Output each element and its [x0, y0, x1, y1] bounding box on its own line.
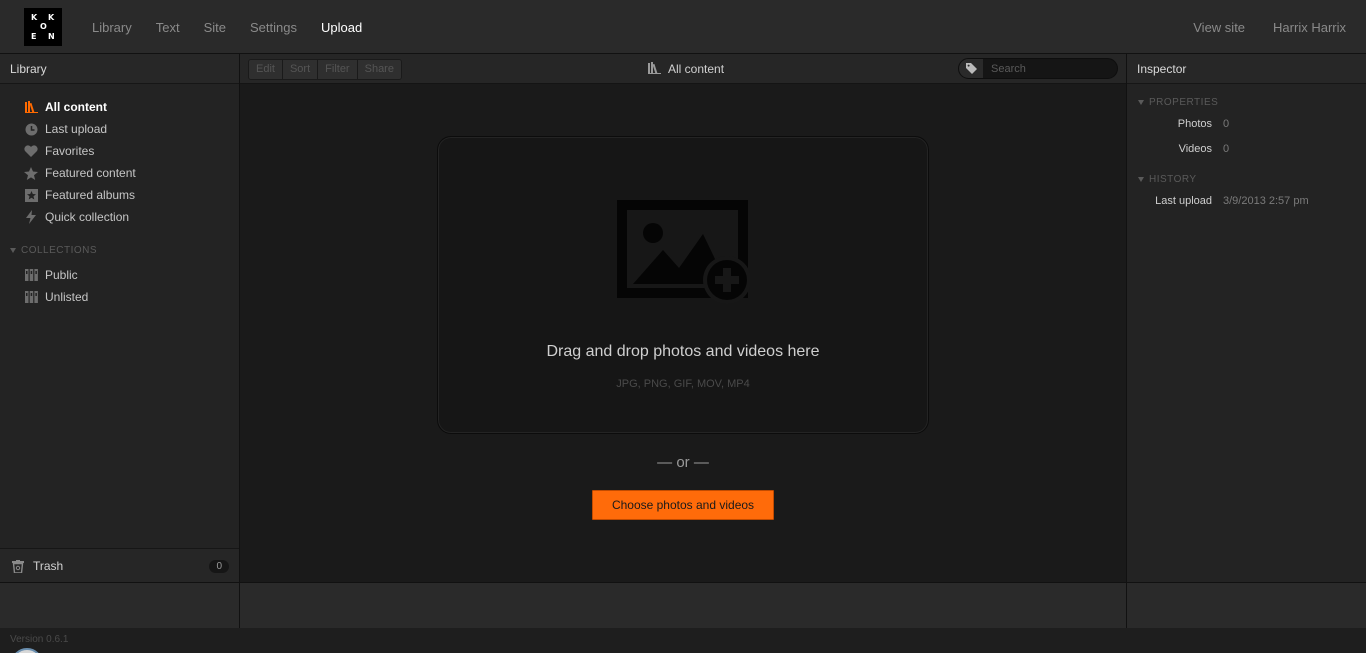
sidebar-footer	[0, 582, 239, 628]
edit-button[interactable]: Edit	[249, 60, 283, 79]
koken-logo[interactable]: K K O E N	[24, 8, 62, 46]
status-strip: Version 0.6.1	[0, 628, 1366, 653]
history-value: 3/9/2013 2:57 pm	[1223, 194, 1309, 207]
sidebar-item-label: Quick collection	[45, 210, 130, 224]
trash-count-badge: 0	[209, 560, 229, 573]
sidebar-item-last-upload[interactable]: Last upload	[24, 118, 239, 140]
nav-settings[interactable]: Settings	[250, 20, 297, 35]
nav-text[interactable]: Text	[156, 20, 180, 35]
library-sidebar: Library All content Last upload Favorite…	[0, 54, 240, 628]
library-icon	[648, 61, 661, 77]
history-key: Last upload	[1155, 194, 1212, 207]
star-icon	[24, 166, 38, 180]
property-value: 0	[1223, 142, 1230, 155]
toolbar-button-group: Edit Sort Filter Share	[248, 59, 402, 80]
choose-files-button[interactable]: Choose photos and videos	[592, 490, 774, 520]
content-toolbar: Edit Sort Filter Share All content	[240, 54, 1126, 84]
logo-letter: N	[48, 32, 55, 41]
property-key: Videos	[1178, 142, 1212, 155]
sidebar-item-label: Featured albums	[45, 188, 136, 202]
collection-label: Unlisted	[45, 290, 89, 304]
logo-letter: E	[31, 32, 37, 41]
main-nav: Library Text Site Settings Upload	[92, 0, 386, 54]
properties-label: PROPERTIES	[1149, 97, 1219, 108]
album-icon	[24, 290, 38, 304]
nav-site[interactable]: Site	[204, 20, 226, 35]
heart-icon	[24, 144, 38, 158]
sidebar-item-all-content[interactable]: All content	[24, 96, 239, 118]
dock-button[interactable]	[11, 648, 43, 653]
user-menu[interactable]: Harrix Harrix	[1273, 20, 1346, 35]
logo-letter: O	[40, 22, 47, 31]
nav-upload[interactable]: Upload	[321, 20, 362, 35]
nav-library[interactable]: Library	[92, 20, 132, 35]
logo-letter: K	[48, 13, 55, 22]
sidebar-item-featured-albums[interactable]: Featured albums	[24, 184, 239, 206]
version-label: Version 0.6.1	[10, 634, 69, 645]
or-separator: — or —	[657, 454, 709, 471]
collection-item-public[interactable]: Public	[24, 264, 239, 286]
property-row: Videos 0	[1127, 136, 1366, 161]
logo-letter: K	[31, 13, 38, 22]
sidebar-item-favorites[interactable]: Favorites	[24, 140, 239, 162]
upload-stage: Drag and drop photos and videos here JPG…	[240, 84, 1126, 582]
share-button[interactable]: Share	[357, 60, 401, 79]
history-row: Last upload 3/9/2013 2:57 pm	[1127, 188, 1366, 213]
collection-label: Public	[45, 268, 78, 282]
main-content: Edit Sort Filter Share All content Searc…	[240, 54, 1126, 628]
property-row: Photos 0	[1127, 111, 1366, 136]
breadcrumb-label: All content	[668, 62, 725, 76]
trash-item[interactable]: Trash 0	[0, 548, 239, 583]
album-icon	[24, 268, 38, 282]
history-label: HISTORY	[1149, 174, 1197, 185]
content-footer	[240, 582, 1126, 628]
drop-zone-title: Drag and drop photos and videos here	[546, 343, 820, 360]
top-bar: K K O E N Library Text Site Settings Upl…	[0, 0, 1366, 54]
search-box	[958, 58, 1118, 79]
inspector-panel: Inspector PROPERTIES Photos 0 Videos 0 H…	[1126, 54, 1366, 628]
collapse-triangle-icon	[10, 247, 16, 253]
lightning-icon	[24, 210, 38, 224]
sidebar-item-label: All content	[45, 100, 107, 114]
filter-button[interactable]: Filter	[318, 60, 358, 79]
breadcrumb: All content	[648, 54, 724, 84]
sidebar-item-featured-content[interactable]: Featured content	[24, 162, 239, 184]
search-input[interactable]	[983, 62, 1109, 75]
add-image-icon	[617, 200, 751, 304]
sidebar-item-quick-collection[interactable]: Quick collection	[24, 206, 239, 228]
history-heading[interactable]: HISTORY	[1127, 171, 1366, 188]
trash-label: Trash	[33, 559, 64, 573]
clock-icon	[24, 122, 38, 136]
collections-label: COLLECTIONS	[21, 244, 98, 256]
sidebar-header: Library	[0, 54, 239, 84]
inspector-header: Inspector	[1127, 54, 1366, 84]
sort-button[interactable]: Sort	[282, 60, 319, 79]
collapse-triangle-icon	[1138, 177, 1144, 182]
sidebar-item-label: Favorites	[45, 144, 95, 158]
starred-album-icon	[24, 188, 38, 202]
property-value: 0	[1223, 117, 1230, 130]
property-key: Photos	[1177, 117, 1212, 130]
sidebar-item-label: Featured content	[45, 166, 136, 180]
library-list: All content Last upload Favorites Featur…	[0, 84, 239, 228]
collections-list: Public Unlisted	[0, 260, 239, 308]
drop-zone[interactable]: Drag and drop photos and videos here JPG…	[437, 136, 929, 434]
tag-icon[interactable]	[959, 59, 983, 78]
sidebar-item-label: Last upload	[45, 122, 108, 136]
inspector-footer	[1127, 582, 1366, 628]
supported-formats: JPG, PNG, GIF, MOV, MP4	[616, 378, 750, 390]
properties-heading[interactable]: PROPERTIES	[1127, 94, 1366, 111]
library-icon	[24, 100, 38, 114]
collection-item-unlisted[interactable]: Unlisted	[24, 286, 239, 308]
collapse-triangle-icon	[1138, 100, 1144, 105]
collections-heading[interactable]: COLLECTIONS	[0, 240, 239, 260]
view-site-link[interactable]: View site	[1193, 20, 1245, 35]
top-right-links: View site Harrix Harrix	[1165, 0, 1346, 54]
trash-icon	[12, 559, 24, 573]
